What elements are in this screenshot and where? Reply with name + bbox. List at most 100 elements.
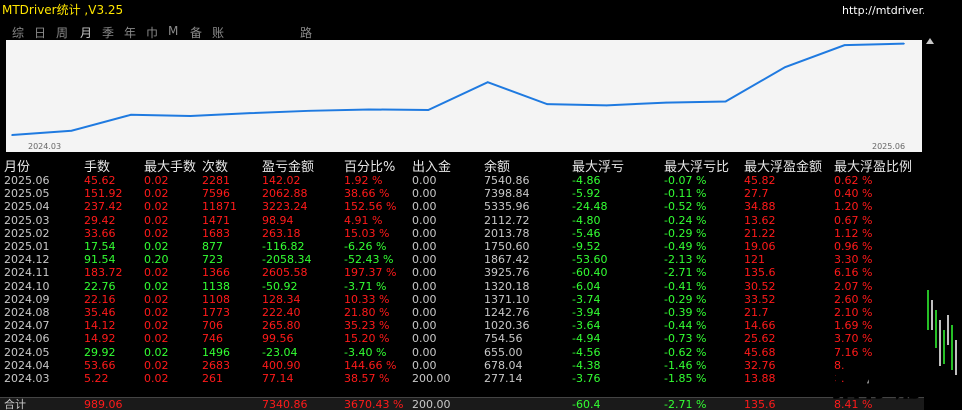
balance-point	[843, 44, 846, 46]
header-ddpct[interactable]: 最大浮亏比	[664, 156, 729, 175]
cell-maxdd: -60.40	[572, 266, 608, 280]
cell-lots: 45.62	[84, 174, 116, 187]
cell-pct: 152.56 %	[344, 200, 397, 214]
cell-ddpct: -2.13 %	[664, 253, 707, 267]
cell-month: 2024.06	[4, 332, 50, 346]
cell-lots: 35.46	[84, 306, 116, 319]
cell-month: 2024.10	[4, 279, 50, 293]
balance-chart-svg: 2024.03 2025.06	[11, 42, 905, 151]
cell-pct: 21.80 %	[344, 306, 390, 319]
total-ddpct: -2.71 %	[664, 398, 707, 410]
cell-pnl: 98.94	[262, 213, 294, 227]
tab-7[interactable]: M	[168, 24, 178, 38]
table-row: 2024.09 22.16 0.02 1108 128.34 10.33 % 0.00 137…	[0, 293, 930, 306]
cell-month: 2024.04	[4, 358, 50, 372]
header-month[interactable]: 月份	[4, 156, 30, 175]
table-row: 2025.01 17.54 0.02 877 -116.82 -6.26 % 0.00 175…	[0, 240, 930, 253]
tab-3[interactable]: 月	[80, 24, 92, 41]
cell-lots: 29.92	[84, 345, 116, 359]
tab-2[interactable]: 周	[56, 24, 68, 41]
table-row: 2025.02 33.66 0.02 1683 263.18 15.03 % 0.00 201…	[0, 227, 930, 240]
cell-maxlot: 0.02	[144, 279, 169, 293]
balance-point	[486, 81, 489, 83]
cell-dep: 0.00	[412, 174, 437, 187]
tab-0[interactable]: 综	[12, 24, 24, 41]
tab-8[interactable]: 备	[190, 24, 202, 41]
cell-lots: 53.66	[84, 358, 116, 372]
tab-4[interactable]: 季	[102, 24, 114, 41]
header-lots[interactable]: 手数	[84, 156, 110, 175]
scroll-up-icon[interactable]	[926, 38, 934, 44]
cell-count: 877	[202, 240, 223, 253]
tab-6[interactable]: 巾	[146, 24, 158, 41]
header-bal[interactable]: 余额	[484, 156, 510, 175]
header-maxfp[interactable]: 最大浮盈金额	[744, 156, 822, 175]
balance-point	[368, 108, 370, 111]
cell-maxlot: 0.02	[144, 187, 169, 201]
cell-month: 2025.01	[4, 240, 50, 253]
cell-count: 2683	[202, 358, 230, 372]
cell-lots: 33.66	[84, 226, 116, 240]
cell-dep: 0.00	[412, 319, 437, 333]
cell-lots: 14.12	[84, 319, 116, 333]
cell-maxlot: 0.02	[144, 319, 169, 333]
cell-fppct: 2.60 %	[834, 292, 873, 306]
cell-maxdd: -4.80	[572, 213, 601, 227]
cell-fppct: 0.96 %	[834, 240, 873, 253]
balance-point	[784, 66, 786, 68]
cell-bal: 1320.18	[484, 279, 530, 293]
cell-count: 7596	[202, 187, 230, 201]
cell-pnl: -23.04	[262, 345, 298, 359]
x-start-label: 2024.03	[28, 142, 61, 151]
cell-maxdd: -6.04	[572, 279, 601, 293]
table-row: 2025.06 45.62 0.02 2281 142.02 1.92 % 0.00 7540…	[0, 174, 930, 187]
cell-lots: 91.54	[84, 253, 116, 267]
tab-5[interactable]: 年	[124, 24, 136, 41]
header-pnl[interactable]: 盈亏金额	[262, 156, 314, 175]
cell-pct: 38.66 %	[344, 187, 390, 201]
header-maxdd[interactable]: 最大浮亏	[572, 156, 624, 175]
cell-maxdd: -4.86	[572, 174, 601, 187]
header-dep[interactable]: 出入金	[412, 156, 451, 175]
tab-1[interactable]: 日	[34, 24, 46, 41]
cell-count: 1138	[202, 279, 230, 293]
cell-month: 2024.09	[4, 292, 50, 306]
cell-dep: 0.00	[412, 358, 437, 372]
x-end-label: 2025.06	[872, 142, 905, 151]
cell-maxfp: 32.76	[744, 358, 776, 372]
cell-fppct: 2.10 %	[834, 306, 873, 319]
cell-maxfp: 27.7	[744, 187, 769, 201]
cell-maxlot: 0.02	[144, 345, 169, 359]
cell-pnl: 99.56	[262, 332, 294, 346]
cell-maxdd: -53.60	[572, 253, 608, 267]
cell-count: 11871	[202, 200, 237, 214]
cell-maxdd: -5.46	[572, 226, 601, 240]
cell-maxfp: 19.06	[744, 240, 776, 253]
table-row: 2025.04 237.42 0.02 11871 3223.24 152.56 % 0.0…	[0, 200, 930, 213]
cell-count: 723	[202, 253, 223, 267]
header-fppct[interactable]: 最大浮盈比例	[834, 156, 912, 175]
cell-pct: 38.57 %	[344, 372, 390, 385]
cell-count: 1471	[202, 213, 230, 227]
cell-month: 2025.05	[4, 187, 50, 201]
cell-bal: 2013.78	[484, 226, 530, 240]
header-maxlot[interactable]: 最大手数	[144, 156, 196, 175]
cell-ddpct: -0.24 %	[664, 213, 707, 227]
cell-month: 2024.08	[4, 306, 50, 319]
cell-bal: 1371.10	[484, 292, 530, 306]
cell-dep: 0.00	[412, 266, 437, 280]
cell-count: 2281	[202, 174, 230, 187]
cell-bal: 678.04	[484, 358, 523, 372]
cell-pct: -52.43 %	[344, 253, 394, 267]
header-pct[interactable]: 百分比%	[344, 156, 395, 175]
cell-month: 2025.02	[4, 226, 50, 240]
cell-dep: 0.00	[412, 253, 437, 267]
header-count[interactable]: 次数	[202, 156, 228, 175]
cell-ddpct: -0.62 %	[664, 345, 707, 359]
cell-pnl: -2058.34	[262, 253, 312, 267]
cell-pnl: 265.80	[262, 319, 301, 333]
cell-maxlot: 0.02	[144, 226, 169, 240]
cell-month: 2024.05	[4, 345, 50, 359]
cell-ddpct: -2.71 %	[664, 266, 707, 280]
table-row: 2024.07 14.12 0.02 706 265.80 35.23 % 0.00 1020…	[0, 319, 930, 332]
